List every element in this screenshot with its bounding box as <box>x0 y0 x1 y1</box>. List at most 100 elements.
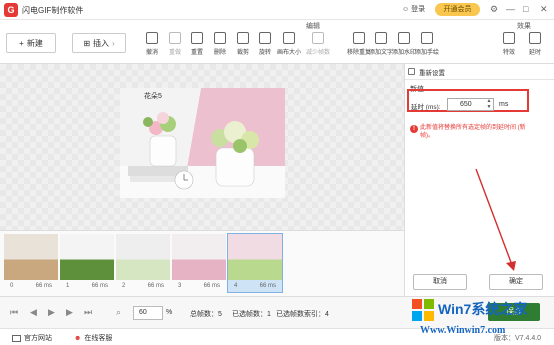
login-button[interactable]: ☺ 登录 <box>402 4 425 14</box>
total-frames: 总帧数：5 <box>190 311 222 318</box>
tool-icon <box>503 32 515 44</box>
tool-icon <box>214 32 226 44</box>
import-label: 插入 <box>93 38 110 48</box>
frame-strip: 0 66 ms 1 66 ms 2 66 ms 3 66 ms 4 66 ms <box>0 230 404 296</box>
warning-text: 此新值将替换所有选定帧的到延时间 (新帧)。 <box>420 125 526 139</box>
chevron-right-icon: › <box>112 38 115 48</box>
support-label: 在线客服 <box>84 335 113 342</box>
warning-icon: ! <box>410 125 418 133</box>
tool-button-11[interactable]: 添加手绘 <box>415 32 439 56</box>
tool-icon <box>283 32 295 44</box>
frame-image <box>60 234 114 280</box>
frame-meta: 1 66 ms <box>60 280 114 292</box>
frame-thumbnail[interactable]: 2 66 ms <box>116 234 170 292</box>
frame-duration: 66 ms <box>35 283 52 289</box>
frame-thumbnail[interactable]: 3 66 ms <box>172 234 226 292</box>
frame-preview: 花朵5 <box>120 88 285 198</box>
import-button[interactable]: ⊞ 插入 › <box>72 33 126 53</box>
frame-index: 0 <box>10 283 14 289</box>
frame-thumbnail[interactable]: 4 66 ms <box>227 233 283 293</box>
login-label: 登录 <box>411 6 426 13</box>
frame-meta: 3 66 ms <box>172 280 226 292</box>
prev-frame-icon[interactable]: ◀ <box>30 307 37 318</box>
user-icon: ☺ <box>402 5 410 13</box>
tool-icon <box>169 32 181 44</box>
tool-icon <box>191 32 203 44</box>
delay-label: 延时 (ms): <box>411 104 441 111</box>
frame-meta: 2 66 ms <box>116 280 170 292</box>
tool-icon <box>237 32 249 44</box>
delay-unit: ms <box>499 101 509 108</box>
frame-image <box>228 234 282 280</box>
tool-button-7: 减少帧数 <box>306 32 330 56</box>
new-button[interactable]: + 新建 <box>6 33 56 53</box>
maximize-button[interactable]: □ <box>523 4 528 14</box>
minimize-button[interactable]: — <box>506 4 515 14</box>
zoom-icon: ⌕ <box>116 307 122 317</box>
tool-button-6[interactable]: 画布大小 <box>277 32 301 56</box>
play-icon[interactable]: ▶ <box>48 307 55 318</box>
frame-meta: 4 66 ms <box>228 280 282 292</box>
first-frame-icon[interactable]: ⏮ <box>10 307 18 318</box>
support-icon: ☻ <box>74 334 82 342</box>
frame-index: 2 <box>122 283 126 289</box>
tool-icon <box>529 32 541 44</box>
watermark-text: Win7系统之家 <box>438 301 528 317</box>
frame-image <box>116 234 170 280</box>
new-label: 新建 <box>26 38 43 48</box>
settings-icon[interactable]: ⚙ <box>490 4 498 15</box>
frame-image <box>172 234 226 280</box>
frame-thumbnail[interactable]: 1 66 ms <box>60 234 114 292</box>
delay-spinner[interactable]: ▲ ▼ <box>485 98 493 111</box>
website-label: 官方网站 <box>24 335 52 342</box>
cancel-button[interactable]: 取消 <box>413 274 467 290</box>
frame-index: 1 <box>66 283 70 289</box>
last-frame-icon[interactable]: ⏭ <box>84 307 92 318</box>
tool-icon <box>353 32 365 44</box>
tool-icon <box>259 32 271 44</box>
next-frame-icon[interactable]: ▶ <box>66 307 73 318</box>
ok-button[interactable]: 确定 <box>489 274 543 290</box>
frame-duration: 66 ms <box>147 283 164 289</box>
panel-header: 重新设置 <box>405 64 554 80</box>
flower-photo <box>120 112 285 198</box>
tool-icon <box>421 32 433 44</box>
frame-duration: 66 ms <box>203 283 220 289</box>
app-logo: G <box>4 3 18 17</box>
zoom-input[interactable]: 60 <box>133 306 163 320</box>
watermark-url: Www.Winwin7.com <box>420 325 506 336</box>
panel-title: 重新设置 <box>419 69 445 77</box>
tool-label: 添加手绘 <box>414 50 439 56</box>
monitor-icon <box>12 334 21 342</box>
insert-icon: ⊞ <box>83 38 91 48</box>
plus-icon: + <box>19 38 24 48</box>
tool-icon <box>312 32 324 44</box>
close-button[interactable]: ✕ <box>540 4 548 15</box>
website-link[interactable]: 官方网站 <box>12 333 52 343</box>
app-title: 闪电GIF制作软件 <box>22 6 84 15</box>
selected-frames: 已选帧数：1 <box>232 311 271 318</box>
frame-index: 3 <box>178 283 182 289</box>
tool-icon <box>146 32 158 44</box>
preview-caption: 花朵5 <box>144 93 162 100</box>
zoom-unit: % <box>166 309 173 316</box>
frame-duration: 66 ms <box>259 283 276 289</box>
tool-label: 延时 <box>528 50 541 56</box>
vip-button[interactable]: 开通会员 <box>435 3 480 16</box>
settings-panel-icon <box>408 68 415 75</box>
site-watermark: Win7系统之家 Www.Winwin7.com <box>408 295 554 345</box>
tool-icon <box>375 32 387 44</box>
frame-duration: 66 ms <box>91 283 108 289</box>
toolbar-group-edit: 编辑 <box>306 23 320 30</box>
selected-frame-index: 已选帧数索引：4 <box>276 311 329 318</box>
tool-button-12[interactable]: 特效 <box>498 32 520 56</box>
tool-label: 减少帧数 <box>305 50 330 56</box>
frame-thumbnail[interactable]: 0 66 ms <box>4 234 58 292</box>
windows-logo-icon <box>412 299 434 321</box>
frame-image <box>4 234 58 280</box>
frame-index: 4 <box>234 283 238 289</box>
tool-button-13[interactable]: 延时 <box>524 32 546 56</box>
support-link[interactable]: ☻ 在线客服 <box>74 333 112 343</box>
frame-meta: 0 66 ms <box>4 280 58 292</box>
annotation-arrow <box>475 168 516 271</box>
